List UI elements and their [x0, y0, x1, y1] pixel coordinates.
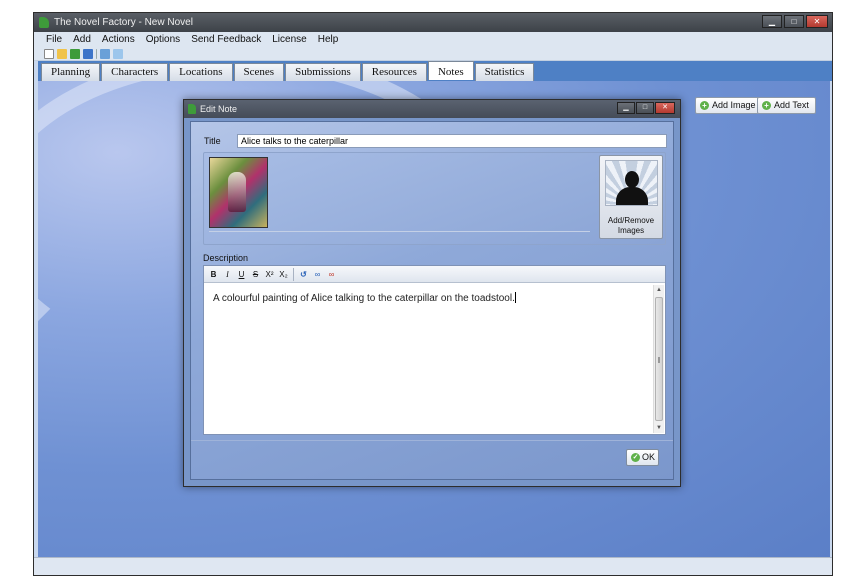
tab-scenes[interactable]: Scenes — [233, 63, 285, 81]
add-image-label: Add Image — [712, 100, 756, 110]
tab-planning[interactable]: Planning — [41, 63, 101, 81]
add-remove-images-label: Add/Remove Images — [607, 216, 655, 235]
tab-submissions[interactable]: Submissions — [285, 63, 361, 81]
window-titlebar: The Novel Factory - New Novel ▁ □ ✕ — [34, 13, 832, 32]
add-text-label: Add Text — [774, 100, 809, 110]
menu-bar: File Add Actions Options Send Feedback L… — [34, 32, 832, 48]
toolbar-separator — [96, 49, 97, 59]
title-label: Title — [204, 136, 221, 146]
underline-button[interactable]: U — [235, 268, 248, 281]
dialog-controls: ▁ □ ✕ — [617, 102, 675, 114]
status-bar — [34, 557, 832, 575]
scroll-thumb[interactable] — [655, 297, 663, 421]
scroll-grip-icon — [658, 356, 660, 363]
ok-label: OK — [642, 452, 656, 462]
dialog-app-icon — [188, 104, 196, 114]
alice-figure — [228, 172, 246, 212]
dialog-minimize-button[interactable]: ▁ — [617, 102, 635, 114]
plus-icon: + — [700, 101, 709, 110]
tab-locations[interactable]: Locations — [169, 63, 233, 81]
tab-bar: Planning Characters Locations Scenes Sub… — [38, 61, 832, 81]
images-divider — [209, 231, 590, 232]
save-icon[interactable] — [83, 49, 93, 59]
description-text-line: A colourful painting of Alice talking to… — [213, 292, 516, 304]
minimize-button[interactable]: ▁ — [762, 15, 782, 28]
menu-add[interactable]: Add — [73, 32, 91, 48]
person-body — [616, 187, 648, 205]
add-image-button[interactable]: + Add Image — [695, 97, 763, 114]
editor-scrollbar[interactable]: ▲ ▼ — [653, 285, 664, 433]
save-as-icon[interactable] — [70, 49, 80, 59]
scroll-down-arrow-icon[interactable]: ▼ — [654, 423, 664, 433]
undo-icon[interactable]: ↺ — [297, 268, 310, 281]
add-text-button[interactable]: + Add Text — [757, 97, 816, 114]
description-label: Description — [203, 253, 249, 263]
check-icon: ✓ — [631, 453, 640, 462]
ok-button[interactable]: ✓ OK — [626, 449, 659, 466]
description-text: A colourful painting of Alice talking to… — [213, 293, 515, 304]
new-file-icon[interactable] — [44, 49, 54, 59]
link-icon[interactable]: ∞ — [311, 268, 324, 281]
window-controls: ▁ □ ✕ — [762, 15, 828, 28]
close-button[interactable]: ✕ — [806, 15, 828, 28]
view-window-icon[interactable] — [100, 49, 110, 59]
app-icon — [39, 17, 49, 28]
menu-actions[interactable]: Actions — [102, 32, 135, 48]
strikethrough-button[interactable]: S — [249, 268, 262, 281]
text-caret — [514, 292, 516, 303]
note-image-thumbnail[interactable] — [209, 157, 268, 228]
menu-help[interactable]: Help — [318, 32, 339, 48]
scroll-up-arrow-icon[interactable]: ▲ — [654, 285, 664, 295]
open-folder-icon[interactable] — [57, 49, 67, 59]
plus-icon: + — [762, 101, 771, 110]
tab-characters[interactable]: Characters — [101, 63, 169, 81]
add-remove-images-button[interactable]: Add/Remove Images — [599, 155, 663, 239]
dialog-maximize-button[interactable]: □ — [636, 102, 654, 114]
description-editor[interactable]: B I U S X² X₂ ↺ ∞ ∞ A colourful painting… — [203, 265, 666, 435]
person-head — [625, 171, 639, 188]
title-input[interactable]: Alice talks to the caterpillar — [237, 134, 667, 148]
menu-send-feedback[interactable]: Send Feedback — [191, 32, 261, 48]
dialog-close-button[interactable]: ✕ — [655, 102, 675, 114]
superscript-button[interactable]: X² — [263, 268, 276, 281]
menu-options[interactable]: Options — [146, 32, 180, 48]
toolbar — [34, 48, 832, 61]
person-placeholder-icon — [605, 160, 658, 206]
tab-statistics[interactable]: Statistics — [474, 63, 535, 81]
images-panel: Add/Remove Images — [203, 152, 666, 245]
bold-button[interactable]: B — [207, 268, 220, 281]
dialog-footer-divider — [191, 440, 673, 441]
window-title: The Novel Factory - New Novel — [54, 17, 193, 28]
tab-notes[interactable]: Notes — [427, 61, 474, 80]
maximize-button[interactable]: □ — [784, 15, 804, 28]
dialog-body: Title Alice talks to the caterpillar Add… — [190, 121, 674, 480]
menu-file[interactable]: File — [46, 32, 62, 48]
format-separator — [293, 267, 294, 281]
edit-note-dialog: Edit Note ▁ □ ✕ Title Alice talks to the… — [183, 99, 681, 487]
italic-button[interactable]: I — [221, 268, 234, 281]
monitor-icon[interactable] — [113, 49, 123, 59]
dialog-titlebar: Edit Note ▁ □ ✕ — [184, 100, 680, 118]
format-toolbar: B I U S X² X₂ ↺ ∞ ∞ — [204, 266, 665, 283]
subscript-button[interactable]: X₂ — [277, 268, 290, 281]
dialog-title: Edit Note — [200, 104, 238, 114]
tab-resources[interactable]: Resources — [361, 63, 427, 81]
menu-license[interactable]: License — [272, 32, 306, 48]
unlink-icon[interactable]: ∞ — [325, 268, 338, 281]
